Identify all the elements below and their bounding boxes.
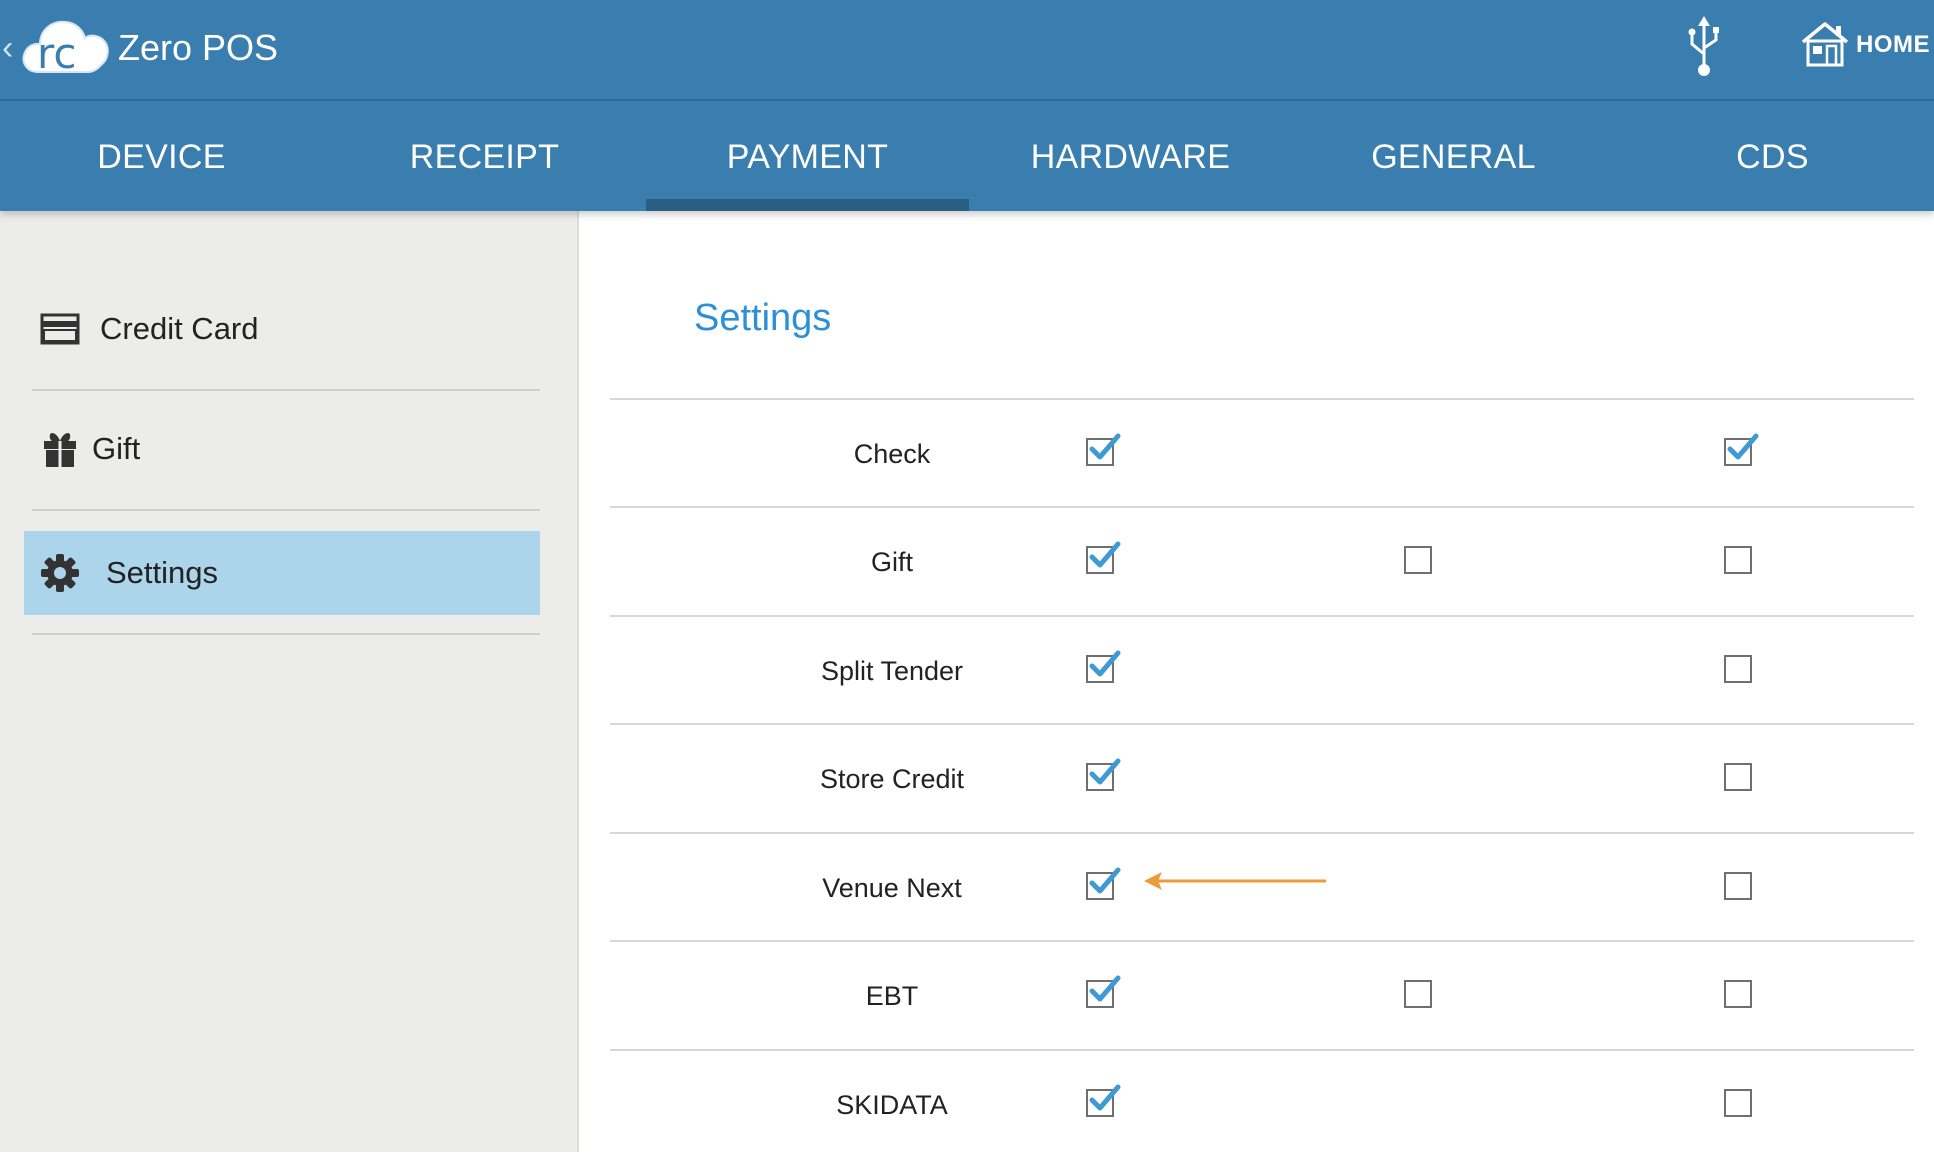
tab-label: DEVICE: [97, 138, 226, 176]
tab-receipt[interactable]: RECEIPT: [323, 101, 646, 211]
checked-checkbox-col1[interactable]: [1086, 975, 1121, 1008]
sidebar-item-settings[interactable]: Settings: [24, 531, 540, 615]
row-label: Split Tender: [820, 656, 964, 686]
page-title: Settings: [694, 297, 832, 339]
sidebar-item-gift[interactable]: Gift: [24, 407, 540, 491]
checked-checkbox-col1[interactable]: [1086, 650, 1121, 683]
app-title: Zero POS: [118, 27, 279, 68]
tab-cds[interactable]: CDS: [1611, 101, 1934, 211]
row-label: EBT: [865, 981, 919, 1011]
unchecked-checkbox-col3[interactable]: [1724, 980, 1752, 1008]
sidebar: Credit Card Gift Settings: [0, 211, 579, 1152]
row-label: Store Credit: [819, 764, 965, 794]
tab-bar: DEVICE RECEIPT PAYMENT HARDWARE GENERAL …: [0, 101, 1934, 211]
cloud-logo-icon: rc: [22, 20, 109, 78]
gear-icon: [40, 553, 80, 593]
table-row: Gift: [610, 506, 1914, 616]
tab-label: GENERAL: [1371, 138, 1536, 176]
tab-label: PAYMENT: [726, 138, 889, 176]
checked-checkbox-col1[interactable]: [1086, 541, 1121, 574]
checked-checkbox-col3[interactable]: [1724, 433, 1759, 466]
active-tab-indicator: [646, 199, 969, 211]
checked-checkbox-col1[interactable]: [1086, 1084, 1121, 1117]
tab-label: CDS: [1736, 138, 1809, 176]
unchecked-checkbox-col3[interactable]: [1724, 1089, 1752, 1117]
sidebar-item-label: Gift: [92, 431, 141, 466]
tab-device[interactable]: DEVICE: [0, 101, 323, 211]
unchecked-checkbox-col3[interactable]: [1724, 763, 1752, 791]
unchecked-checkbox-col3[interactable]: [1724, 655, 1752, 683]
table-row: Split Tender: [610, 615, 1914, 725]
sidebar-item-label: Credit Card: [100, 311, 259, 346]
usb-icon: [1686, 14, 1722, 78]
sidebar-divider: [32, 389, 540, 391]
row-label: Venue Next: [822, 873, 962, 903]
table-row: EBT: [610, 940, 1914, 1050]
table-row: SKIDATA: [610, 1049, 1914, 1159]
checked-checkbox-col1[interactable]: [1086, 867, 1121, 900]
sidebar-item-label: Settings: [106, 555, 219, 590]
unchecked-checkbox-col3[interactable]: [1724, 546, 1752, 574]
credit-card-icon: [40, 309, 80, 349]
home-label: HOME: [1856, 31, 1930, 58]
tab-label: RECEIPT: [409, 138, 560, 176]
tab-label: HARDWARE: [1030, 138, 1231, 176]
unchecked-checkbox-col2[interactable]: [1404, 546, 1432, 574]
row-label: Check: [853, 439, 931, 469]
table-row: Check: [610, 398, 1914, 508]
sidebar-divider: [32, 633, 540, 635]
tab-general[interactable]: GENERAL: [1292, 101, 1615, 211]
tab-hardware[interactable]: HARDWARE: [969, 101, 1292, 211]
checked-checkbox-col1[interactable]: [1086, 433, 1121, 466]
home-icon: [1800, 20, 1850, 68]
row-label: Gift: [870, 547, 913, 577]
row-label: SKIDATA: [836, 1090, 948, 1120]
back-chevron-icon[interactable]: ‹: [2, 30, 20, 66]
app-logo[interactable]: rc: [22, 10, 110, 78]
sidebar-item-credit-card[interactable]: Credit Card: [24, 287, 540, 371]
gift-icon: [40, 429, 80, 469]
table-row: Store Credit: [610, 723, 1914, 833]
sidebar-divider: [32, 509, 540, 511]
tab-payment[interactable]: PAYMENT: [646, 101, 969, 211]
annotation-arrow-icon: [1144, 872, 1326, 890]
app-bar: ‹ rc Zero POS HOME: [0, 0, 1934, 101]
checked-checkbox-col1[interactable]: [1086, 758, 1121, 791]
logo-text: rc: [37, 29, 76, 76]
home-button[interactable]: HOME: [1800, 16, 1930, 76]
unchecked-checkbox-col2[interactable]: [1404, 980, 1432, 1008]
unchecked-checkbox-col3[interactable]: [1724, 872, 1752, 900]
